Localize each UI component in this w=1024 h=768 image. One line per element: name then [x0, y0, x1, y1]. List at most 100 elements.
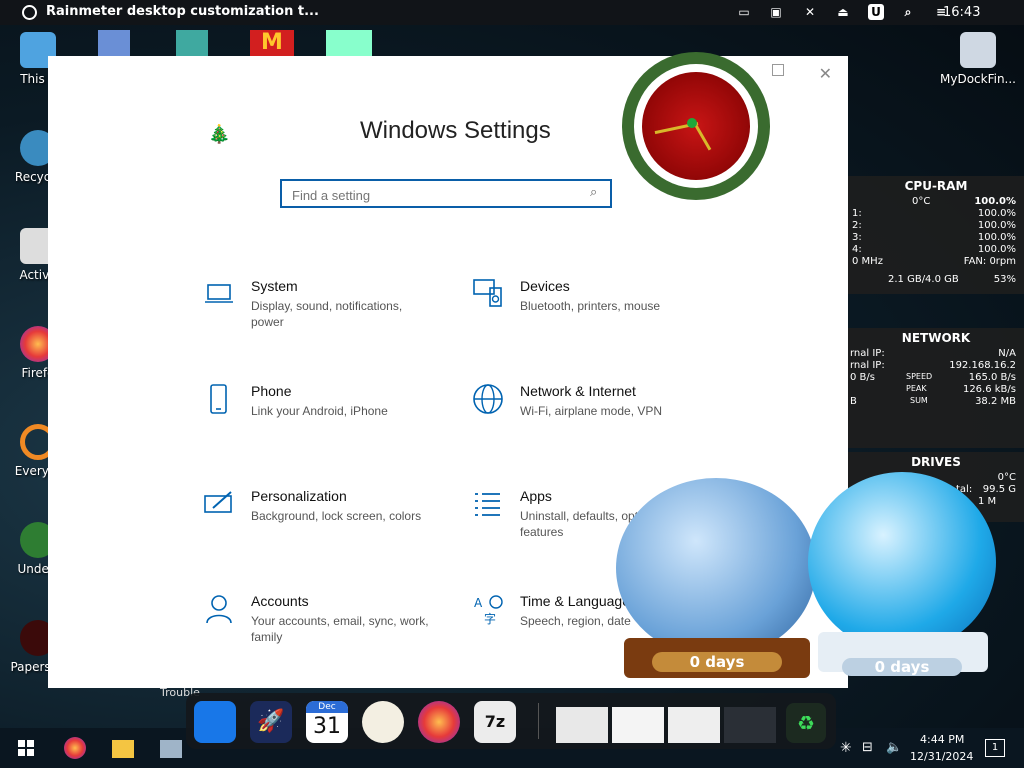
window-thumb-3[interactable] — [668, 707, 720, 743]
7zip-icon[interactable]: 7z — [474, 701, 516, 743]
tray-date[interactable]: 12/31/2024 — [910, 750, 973, 763]
internal-ip: N/A — [998, 348, 1016, 359]
category-desc: Background, lock screen, colors — [251, 509, 422, 523]
devices-icon — [473, 279, 502, 307]
cpu-ram-widget: CPU-RAM 0°C 100.0% 1: 100.0% 2: 100.0% 3: 10… — [848, 176, 1024, 294]
tray-time[interactable]: 4:44 PM — [920, 733, 964, 746]
desktop-app-icon[interactable] — [176, 30, 208, 56]
svg-text:字: 字 — [484, 611, 496, 625]
search-icon[interactable]: ⌕ — [900, 4, 916, 20]
external-ip: 192.168.16.2 — [949, 360, 1016, 371]
calendar-icon[interactable]: Dec 31 — [306, 701, 348, 743]
desktop-app-icon[interactable] — [326, 30, 372, 56]
drive-temp: 0°C — [997, 472, 1016, 483]
cast-icon[interactable]: ▭ — [736, 4, 752, 20]
recycle-bin-icon[interactable]: ♻ — [786, 703, 826, 743]
taskbar-explorer-icon[interactable] — [112, 740, 134, 758]
days-counter: 0 days — [652, 652, 782, 672]
firefox-icon[interactable] — [418, 701, 460, 743]
snowflake-icon: ✳ — [840, 740, 852, 756]
core-value: 100.0% — [977, 232, 1016, 243]
category-desc: Link your Android, iPhone — [251, 404, 388, 418]
globe-glass — [808, 472, 996, 652]
days-counter: 0 days — [842, 658, 962, 676]
cpu-ram-title: CPU-RAM — [904, 179, 968, 193]
rocket-icon[interactable]: 🚀 — [250, 701, 292, 743]
apps-list-icon — [475, 493, 500, 516]
fan-speed: FAN: 0rpm — [963, 256, 1016, 267]
snowglobe-left-widget[interactable]: 0 days — [614, 478, 818, 692]
category-name: Network & Internet — [520, 383, 636, 399]
category-name: Apps — [520, 488, 552, 504]
category-desc: Bluetooth, printers, mouse — [520, 299, 661, 313]
window-thumb-4[interactable] — [724, 707, 776, 743]
taskbar-firefox-icon[interactable] — [64, 737, 86, 759]
laptop-icon — [205, 284, 233, 303]
category-name: Personalization — [251, 488, 347, 504]
ram-percent: 53% — [993, 274, 1016, 285]
windows-start-icon[interactable] — [18, 740, 34, 756]
mute-icon[interactable]: ✕ — [802, 4, 818, 20]
globe-glass — [616, 478, 816, 658]
clock-icon[interactable] — [362, 701, 404, 743]
calendar-month: Dec — [306, 701, 348, 713]
circle-icon — [22, 5, 37, 20]
paintbrush-icon — [204, 491, 232, 513]
cpu-temp: 0°C — [912, 196, 931, 207]
tree-decoration-icon: 🎄 — [208, 124, 231, 145]
core-value: 100.0% — [977, 244, 1016, 255]
search-box[interactable]: ⌕ — [280, 179, 612, 208]
speed-value: 165.0 B/s — [968, 372, 1016, 383]
finder-icon[interactable] — [194, 701, 236, 743]
u-badge-icon[interactable]: U — [868, 4, 884, 20]
drives-title: DRIVES — [911, 455, 961, 469]
internal-ip-label: rnal IP: — [850, 348, 885, 359]
taskbar-app-icon[interactable] — [160, 740, 182, 758]
notification-badge[interactable]: 1 — [985, 739, 1005, 757]
search-input[interactable] — [290, 185, 584, 205]
category-name: Devices — [520, 278, 570, 294]
network-widget: NETWORK rnal IP: N/A rnal IP: 192.168.16.2… — [848, 328, 1024, 448]
core-label: 2: — [852, 220, 862, 231]
core-label: 3: — [852, 232, 862, 243]
category-desc: Wi-Fi, airplane mode, VPN — [520, 404, 663, 418]
top-bar: Rainmeter desktop customization t... ▭ ▣… — [0, 0, 1024, 25]
category-name: System — [251, 278, 298, 294]
peak-label: PEAK — [906, 384, 927, 393]
external-ip-label: rnal IP: — [850, 360, 885, 371]
sum-left: B — [850, 396, 857, 407]
core-value: 100.0% — [977, 208, 1016, 219]
ram-usage: 2.1 GB/4.0 GB — [888, 274, 959, 285]
globe-icon — [473, 384, 503, 414]
person-icon — [206, 595, 232, 624]
desktop-app-icon[interactable] — [98, 30, 130, 56]
dock: 🚀 Dec 31 7z ♻ — [186, 693, 836, 749]
top-clock: 16:43 — [943, 5, 981, 20]
monitor-icon[interactable]: ▣ — [768, 4, 784, 20]
speed-label: SPEED — [906, 372, 933, 381]
category-name: Accounts — [251, 593, 309, 609]
christmas-clock-widget[interactable] — [592, 30, 802, 230]
phone-icon — [210, 384, 227, 414]
clock-center — [687, 118, 697, 128]
network-icon[interactable]: ⊟ — [862, 740, 873, 755]
core-label: 4: — [852, 244, 862, 255]
network-title: NETWORK — [901, 331, 971, 345]
desktop-icon-mydockfinder[interactable]: MyDockFin... — [938, 32, 1018, 86]
core-label: 1: — [852, 208, 862, 219]
sum-label: SUM — [910, 396, 928, 405]
cpu-total: 100.0% — [974, 196, 1016, 207]
cpu-freq: 0 MHz — [852, 256, 883, 267]
window-thumb-2[interactable] — [612, 707, 664, 743]
svg-text:A: A — [474, 596, 483, 610]
mcdonalds-icon[interactable]: M — [250, 30, 294, 56]
close-icon[interactable]: ✕ — [819, 64, 832, 83]
window-thumb-1[interactable] — [556, 707, 608, 743]
snowglobe-right-widget[interactable]: 0 days — [808, 472, 1000, 690]
category-desc: Display, sound, notifications, power — [251, 299, 403, 329]
calendar-day: 31 — [313, 714, 341, 739]
eject-icon[interactable]: ⏏ — [835, 4, 851, 20]
settings-title: Windows Settings — [360, 117, 551, 144]
volume-icon[interactable]: 🔈 — [886, 740, 902, 755]
time-language-icon: A字 — [474, 595, 503, 625]
